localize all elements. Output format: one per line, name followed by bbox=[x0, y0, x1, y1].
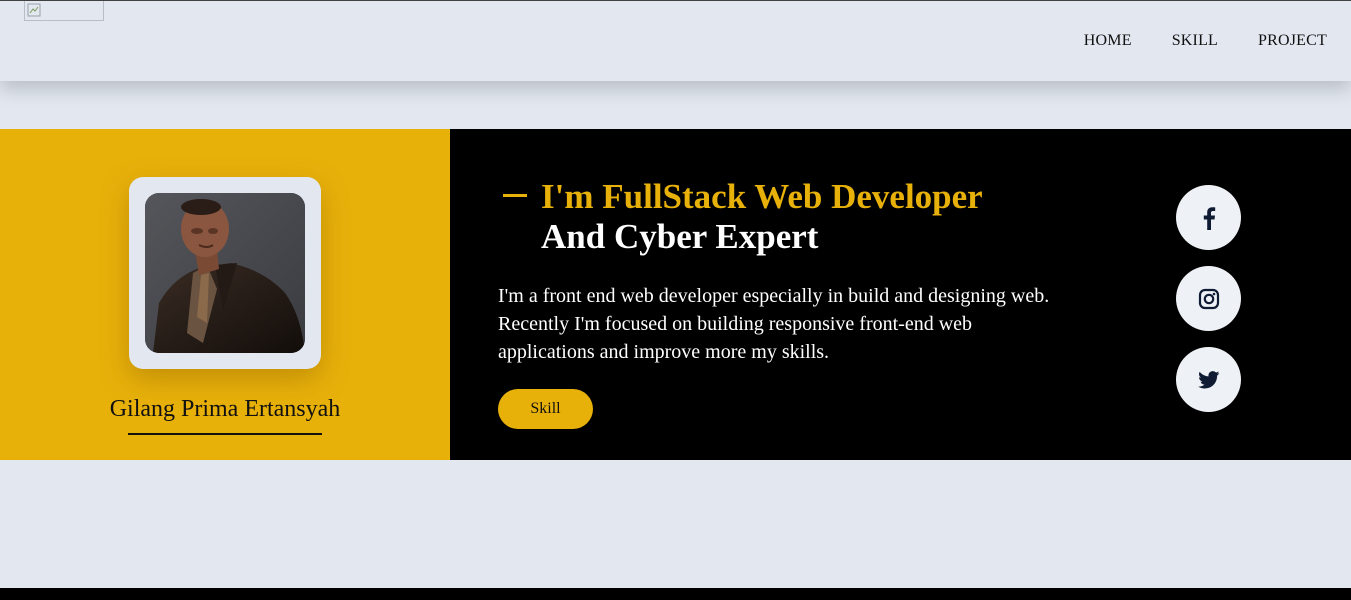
broken-image-icon bbox=[27, 3, 41, 17]
facebook-icon bbox=[1203, 206, 1215, 230]
logo-broken-image[interactable] bbox=[24, 1, 104, 21]
nav-skill[interactable]: SKILL bbox=[1172, 32, 1218, 50]
headline-line-1: I'm FullStack Web Developer bbox=[541, 177, 983, 216]
profile-photo-frame bbox=[129, 177, 321, 369]
footer-bar bbox=[0, 588, 1351, 600]
twitter-link[interactable] bbox=[1176, 347, 1241, 412]
portrait-illustration bbox=[145, 193, 305, 353]
name-underline bbox=[128, 433, 322, 435]
instagram-icon bbox=[1198, 288, 1219, 309]
profile-panel: Gilang Prima Ertansyah bbox=[0, 129, 450, 460]
headline-line-2: And Cyber Expert bbox=[541, 217, 819, 256]
intro-panel: I'm FullStack Web Developer And Cyber Ex… bbox=[450, 129, 1351, 460]
facebook-link[interactable] bbox=[1176, 185, 1241, 250]
title-dash bbox=[503, 194, 527, 197]
main-nav: HOME SKILL PROJECT bbox=[1084, 32, 1327, 50]
twitter-icon bbox=[1197, 370, 1219, 388]
nav-home[interactable]: HOME bbox=[1084, 32, 1132, 50]
intro-description: I'm a front end web developer especially… bbox=[498, 285, 1050, 363]
instagram-link[interactable] bbox=[1176, 266, 1241, 331]
skill-button[interactable]: Skill bbox=[498, 389, 593, 429]
nav-project[interactable]: PROJECT bbox=[1258, 32, 1327, 50]
profile-name: Gilang Prima Ertansyah bbox=[109, 396, 341, 422]
hero-section: Gilang Prima Ertansyah I'm FullStack Web… bbox=[0, 129, 1351, 460]
profile-photo bbox=[145, 193, 305, 353]
navbar: HOME SKILL PROJECT bbox=[0, 1, 1351, 81]
